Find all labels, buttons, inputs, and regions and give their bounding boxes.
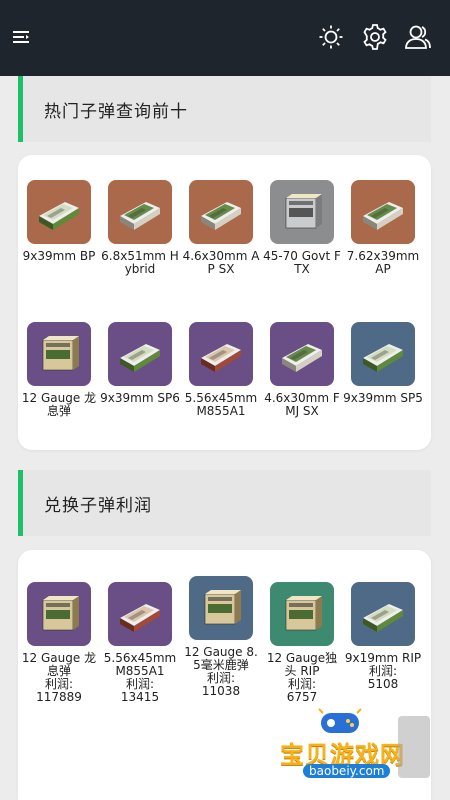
brightness-icon[interactable] xyxy=(316,22,346,52)
ammo-thumbnail xyxy=(27,322,91,386)
accent-bar xyxy=(18,76,23,142)
ammo-box-icon xyxy=(39,202,79,230)
profit-item[interactable]: 12 Gauge 8.5毫米鹿弹 利润: 11038 xyxy=(181,576,261,698)
profit-item[interactable]: 9x19mm RIP 利润: 5108 xyxy=(343,582,423,691)
ammo-item[interactable]: 5.56x45mm M855A1 xyxy=(181,322,261,418)
ammo-box-icon xyxy=(42,596,79,631)
section-header-top-ammo: 热门子弹查询前十 xyxy=(18,76,431,142)
ammo-box-icon xyxy=(363,604,403,632)
ammo-item[interactable]: 9x39mm SP6 xyxy=(100,322,180,405)
top-ammo-card: 9x39mm BP 6.8x51mm Hybrid 4.6x30mm AP SX 45… xyxy=(18,155,431,450)
ammo-name: 12 Gauge 8.5毫米鹿弹 xyxy=(184,645,258,672)
accent-bar xyxy=(18,470,23,536)
profit-item[interactable]: 5.56x45mm M855A1 利润: 13415 xyxy=(100,582,180,704)
section-title: 热门子弹查询前十 xyxy=(44,101,188,122)
ammo-box-icon xyxy=(120,604,160,632)
ammo-thumbnail xyxy=(189,322,253,386)
ammo-box-icon xyxy=(204,590,241,625)
ammo-name: 5.56x45mm M855A1 xyxy=(103,651,177,678)
ammo-name: 4.6x30mm AP SX xyxy=(182,249,260,276)
ammo-item[interactable]: 6.8x51mm Hybrid xyxy=(100,180,180,276)
ammo-item[interactable]: 12 Gauge 龙息弹 xyxy=(19,322,99,418)
ammo-name: 4.6x30mm FMJ SX xyxy=(264,391,340,418)
ammo-box-icon xyxy=(201,344,241,372)
ammo-item[interactable]: 4.6x30mm AP SX xyxy=(181,180,261,276)
ammo-thumbnail xyxy=(27,582,91,646)
profit-value: 6757 xyxy=(286,690,318,704)
ammo-box-icon xyxy=(285,194,322,229)
ammo-thumbnail xyxy=(270,180,334,244)
ammo-item[interactable]: 7.62x39mm AP xyxy=(343,180,423,276)
ammo-name: 9x39mm SP6 xyxy=(100,391,180,405)
ammo-name: 9x39mm BP xyxy=(22,249,96,263)
ammo-thumbnail xyxy=(351,582,415,646)
ammo-box-icon xyxy=(282,344,322,372)
ammo-name: 6.8x51mm Hybrid xyxy=(101,249,179,276)
ammo-name: 12 Gauge 龙息弹 xyxy=(21,651,97,678)
ammo-name: 9x39mm SP5 xyxy=(343,391,423,405)
ammo-thumbnail xyxy=(189,180,253,244)
ammo-box-icon xyxy=(363,202,403,230)
ammo-box-icon xyxy=(285,596,322,631)
ammo-thumbnail xyxy=(108,582,172,646)
ammo-item[interactable]: 45-70 Govt FTX xyxy=(262,180,342,276)
ammo-name: 45-70 Govt FTX xyxy=(263,249,341,276)
ammo-item[interactable]: 4.6x30mm FMJ SX xyxy=(262,322,342,418)
section-title: 兑换子弹利润 xyxy=(44,495,152,516)
menu-icon[interactable] xyxy=(6,22,36,52)
profit-value: 11038 xyxy=(201,684,241,698)
ammo-box-icon xyxy=(42,336,79,371)
app-header xyxy=(0,0,450,76)
ammo-thumbnail xyxy=(270,582,334,646)
ammo-thumbnail xyxy=(108,322,172,386)
settings-icon[interactable] xyxy=(360,22,390,52)
ammo-thumbnail xyxy=(27,180,91,244)
ammo-box-icon xyxy=(120,344,160,372)
ammo-name: 7.62x39mm AP xyxy=(346,249,420,276)
profit-value: 13415 xyxy=(120,690,160,704)
ammo-box-icon xyxy=(120,202,160,230)
ammo-thumbnail xyxy=(108,180,172,244)
profit-item[interactable]: 12 Gauge独头 RIP 利润: 6757 xyxy=(262,582,342,704)
section-header-profit: 兑换子弹利润 xyxy=(18,470,431,536)
ammo-item[interactable]: 9x39mm SP5 xyxy=(343,322,423,405)
user-icon[interactable] xyxy=(403,22,433,52)
profit-item[interactable]: 12 Gauge 龙息弹 利润: 117889 xyxy=(19,582,99,704)
ammo-thumbnail xyxy=(351,322,415,386)
ammo-name: 12 Gauge 龙息弹 xyxy=(21,391,97,418)
ammo-name: 12 Gauge独头 RIP xyxy=(266,651,338,678)
ammo-name: 5.56x45mm M855A1 xyxy=(184,391,258,418)
profit-value: 117889 xyxy=(36,690,82,704)
ammo-box-icon xyxy=(201,202,241,230)
ammo-thumbnail xyxy=(351,180,415,244)
floating-button[interactable] xyxy=(398,716,430,778)
ammo-item[interactable]: 9x39mm BP xyxy=(19,180,99,263)
ammo-thumbnail xyxy=(270,322,334,386)
ammo-box-icon xyxy=(363,344,403,372)
ammo-thumbnail xyxy=(189,576,253,640)
profit-value: 5108 xyxy=(367,677,399,691)
watermark-domain: baobeiy.com xyxy=(303,764,391,778)
